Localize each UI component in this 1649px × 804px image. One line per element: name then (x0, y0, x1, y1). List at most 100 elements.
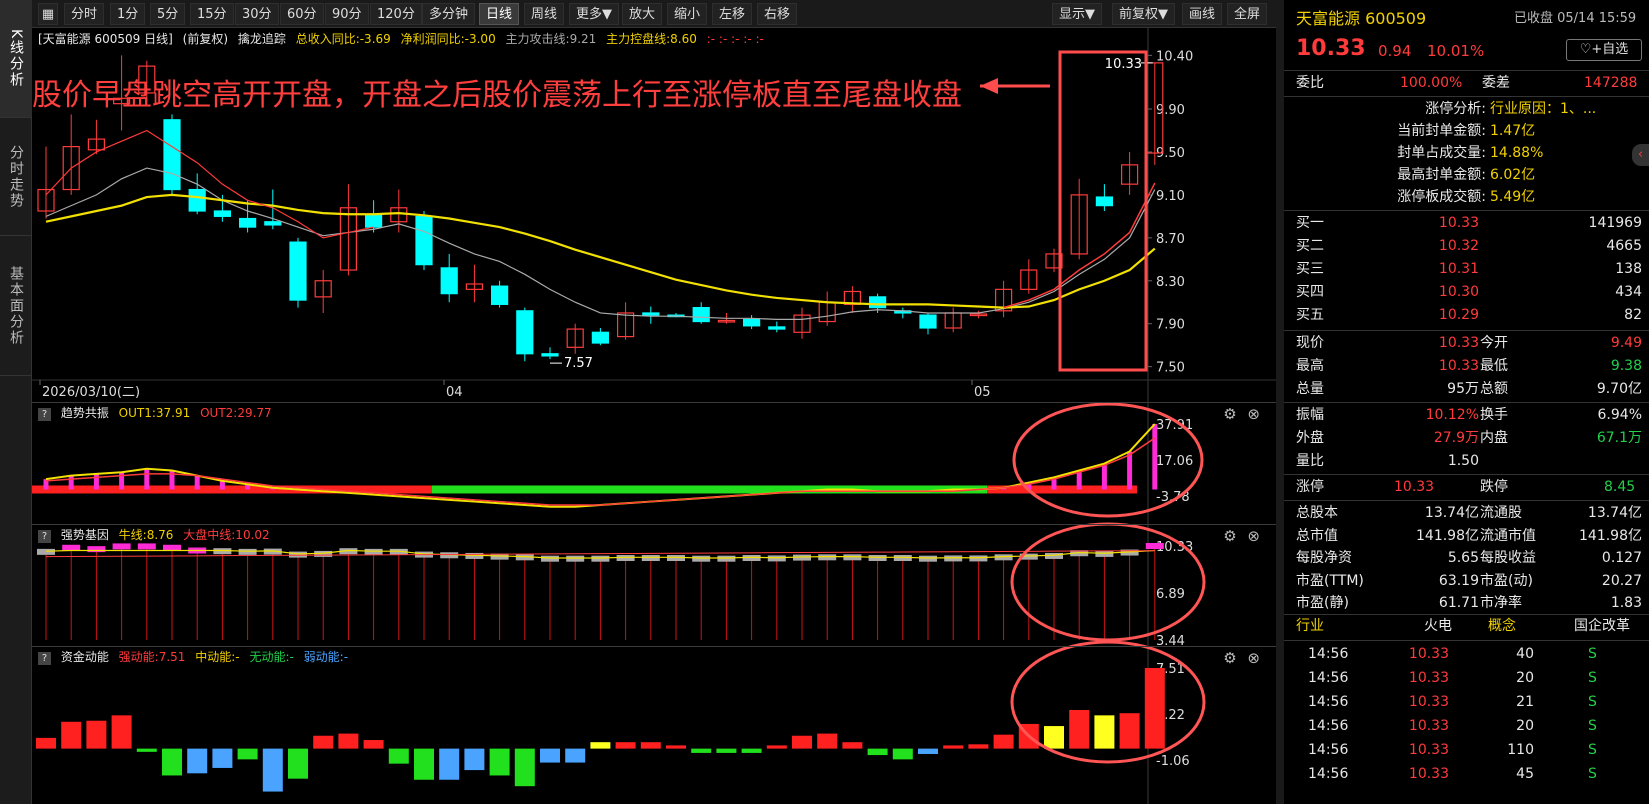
weibi-value: 100.00% (1400, 75, 1463, 91)
candle-body (440, 267, 458, 295)
fullscreen-button[interactable]: 全屏 (1227, 3, 1268, 25)
price-tick-label: 10.40 (1156, 49, 1193, 64)
more-dropdown[interactable]: 更多▼ (569, 3, 619, 25)
fund-bar (993, 734, 1014, 749)
fund-bar (36, 737, 56, 749)
period-button-30m[interactable]: 30分 (235, 3, 279, 25)
date-tick-label: 2026/03/10(二) (42, 385, 140, 400)
fund-bar (439, 748, 460, 780)
display-dropdown[interactable]: 显示▼ (1052, 3, 1102, 25)
help-icon[interactable]: ? (38, 652, 51, 665)
strength-block (818, 554, 837, 561)
tick-time: 14:56 (1308, 718, 1349, 734)
stat-value (1554, 450, 1642, 472)
period-button-multi[interactable]: 多分钟 (422, 3, 476, 25)
strength-block (87, 546, 106, 553)
ma-attack-line (45, 129, 374, 239)
candle-body (163, 119, 181, 191)
industry-tab[interactable]: 行业 (1296, 615, 1324, 637)
tick-time: 14:56 (1308, 670, 1349, 686)
period-button-90m[interactable]: 90分 (325, 3, 369, 25)
date-tick-label: 04 (446, 385, 463, 400)
zoom-out-button[interactable]: 缩小 (667, 3, 708, 25)
gear-icon[interactable]: ⚙ (1223, 405, 1236, 423)
move-left-button[interactable]: 左移 (712, 3, 753, 25)
adjust-dropdown[interactable]: 前复权▼ (1112, 3, 1175, 25)
adjust-label: (前复权) (182, 32, 229, 46)
panel-trend-name[interactable]: 趋势共振 (61, 406, 109, 420)
help-icon[interactable]: ? (38, 408, 51, 421)
candle-body (919, 314, 937, 329)
stat-label: 总量 (1296, 381, 1324, 397)
fund-bar (565, 748, 586, 763)
draw-button[interactable]: 画线 (1182, 3, 1223, 25)
profit-yoy: 净利润同比:-3.00 (400, 32, 496, 46)
panel-strength-name[interactable]: 强势基因 (61, 528, 109, 542)
tab-kline-analysis[interactable]: K线分析 (0, 0, 32, 118)
stat-value: 10.33 (1438, 335, 1479, 351)
fund-value: 20.27 (1601, 572, 1642, 589)
fund-bar (464, 748, 485, 771)
strength-block (767, 555, 786, 562)
close-icon[interactable]: ⊗ (1247, 405, 1260, 423)
trend-band-green (432, 485, 987, 494)
fund-label: 总市值 (1296, 527, 1338, 544)
tab-intraday[interactable]: 分时走势 (0, 118, 32, 236)
panel3-tick-label: -1.06 (1156, 754, 1190, 769)
add-favorite-button[interactable]: ♡+自选 (1566, 39, 1642, 61)
fund-label: 市盈(TTM) (1296, 572, 1364, 589)
fund-bar (918, 748, 938, 754)
period-button-5m[interactable]: 5分 (150, 3, 186, 25)
candle-body (541, 353, 559, 357)
gear-icon[interactable]: ⚙ (1223, 649, 1236, 667)
industry-value[interactable]: 火电 (1424, 615, 1452, 637)
period-button-60m[interactable]: 60分 (280, 3, 324, 25)
help-icon[interactable]: ? (38, 530, 51, 543)
panel-fund-name[interactable]: 资金动能 (61, 650, 109, 664)
fund-value: 61.71 (1438, 595, 1479, 611)
concept-value[interactable]: 国企改革 (1574, 615, 1630, 637)
period-toolbar: ▦ 分时 1分 5分 15分 30分 60分 90分 120分 多分钟 日线 周… (32, 0, 1276, 28)
tick-side: S (1588, 670, 1597, 686)
trend-out2-line (45, 437, 1156, 506)
strength-block (364, 548, 383, 555)
candle-body (188, 188, 206, 212)
panel-splitter[interactable] (1276, 0, 1284, 804)
period-button-fs[interactable]: 分时 (64, 3, 105, 25)
ma-control-line (45, 193, 1156, 309)
fund-value: 13.74亿 (1424, 505, 1479, 521)
tick-volume: 45 (1516, 766, 1534, 782)
limit-row-label: 最高封单金额: (1397, 167, 1486, 183)
stat-label: 换手 (1480, 407, 1508, 423)
move-right-button[interactable]: 右移 (757, 3, 798, 25)
fund-bar (489, 748, 510, 776)
price-tick-label: 7.90 (1156, 318, 1185, 333)
fund-bar (540, 748, 560, 763)
period-button-1m[interactable]: 1分 (110, 3, 146, 25)
tick-volume: 40 (1516, 646, 1534, 662)
candle-body (491, 285, 509, 305)
period-button-15m[interactable]: 15分 (190, 3, 234, 25)
collapse-arrow-icon[interactable]: ‹ (1632, 144, 1649, 166)
stock-name: 天富能源 600509 (1296, 9, 1427, 28)
period-button-week[interactable]: 周线 (524, 3, 565, 25)
fund-bar (590, 742, 611, 749)
gear-icon[interactable]: ⚙ (1223, 527, 1236, 545)
concept-tab[interactable]: 概念 (1488, 615, 1516, 637)
period-button-day[interactable]: 日线 (479, 3, 520, 25)
period-button-120m[interactable]: 120分 (370, 3, 422, 25)
bid-label: 买三 (1296, 261, 1324, 277)
fund-bar (1119, 713, 1140, 749)
close-icon[interactable]: ⊗ (1247, 527, 1260, 545)
indicator-name[interactable]: 擒龙追踪 (238, 32, 286, 46)
stat-value: 6.94% (1597, 407, 1642, 423)
stat-value: 10.12% (1425, 407, 1479, 423)
limit-down-value: 8.45 (1604, 479, 1636, 495)
limit-down-label: 跌停 (1480, 479, 1508, 495)
close-icon[interactable]: ⊗ (1247, 649, 1260, 667)
tab-fundamentals[interactable]: 基本面分析 (0, 236, 32, 376)
zoom-in-button[interactable]: 放大 (622, 3, 663, 25)
grid-icon[interactable]: ▦ (38, 3, 58, 25)
date-tick-label: 05 (974, 385, 991, 400)
strength-block (62, 544, 81, 551)
